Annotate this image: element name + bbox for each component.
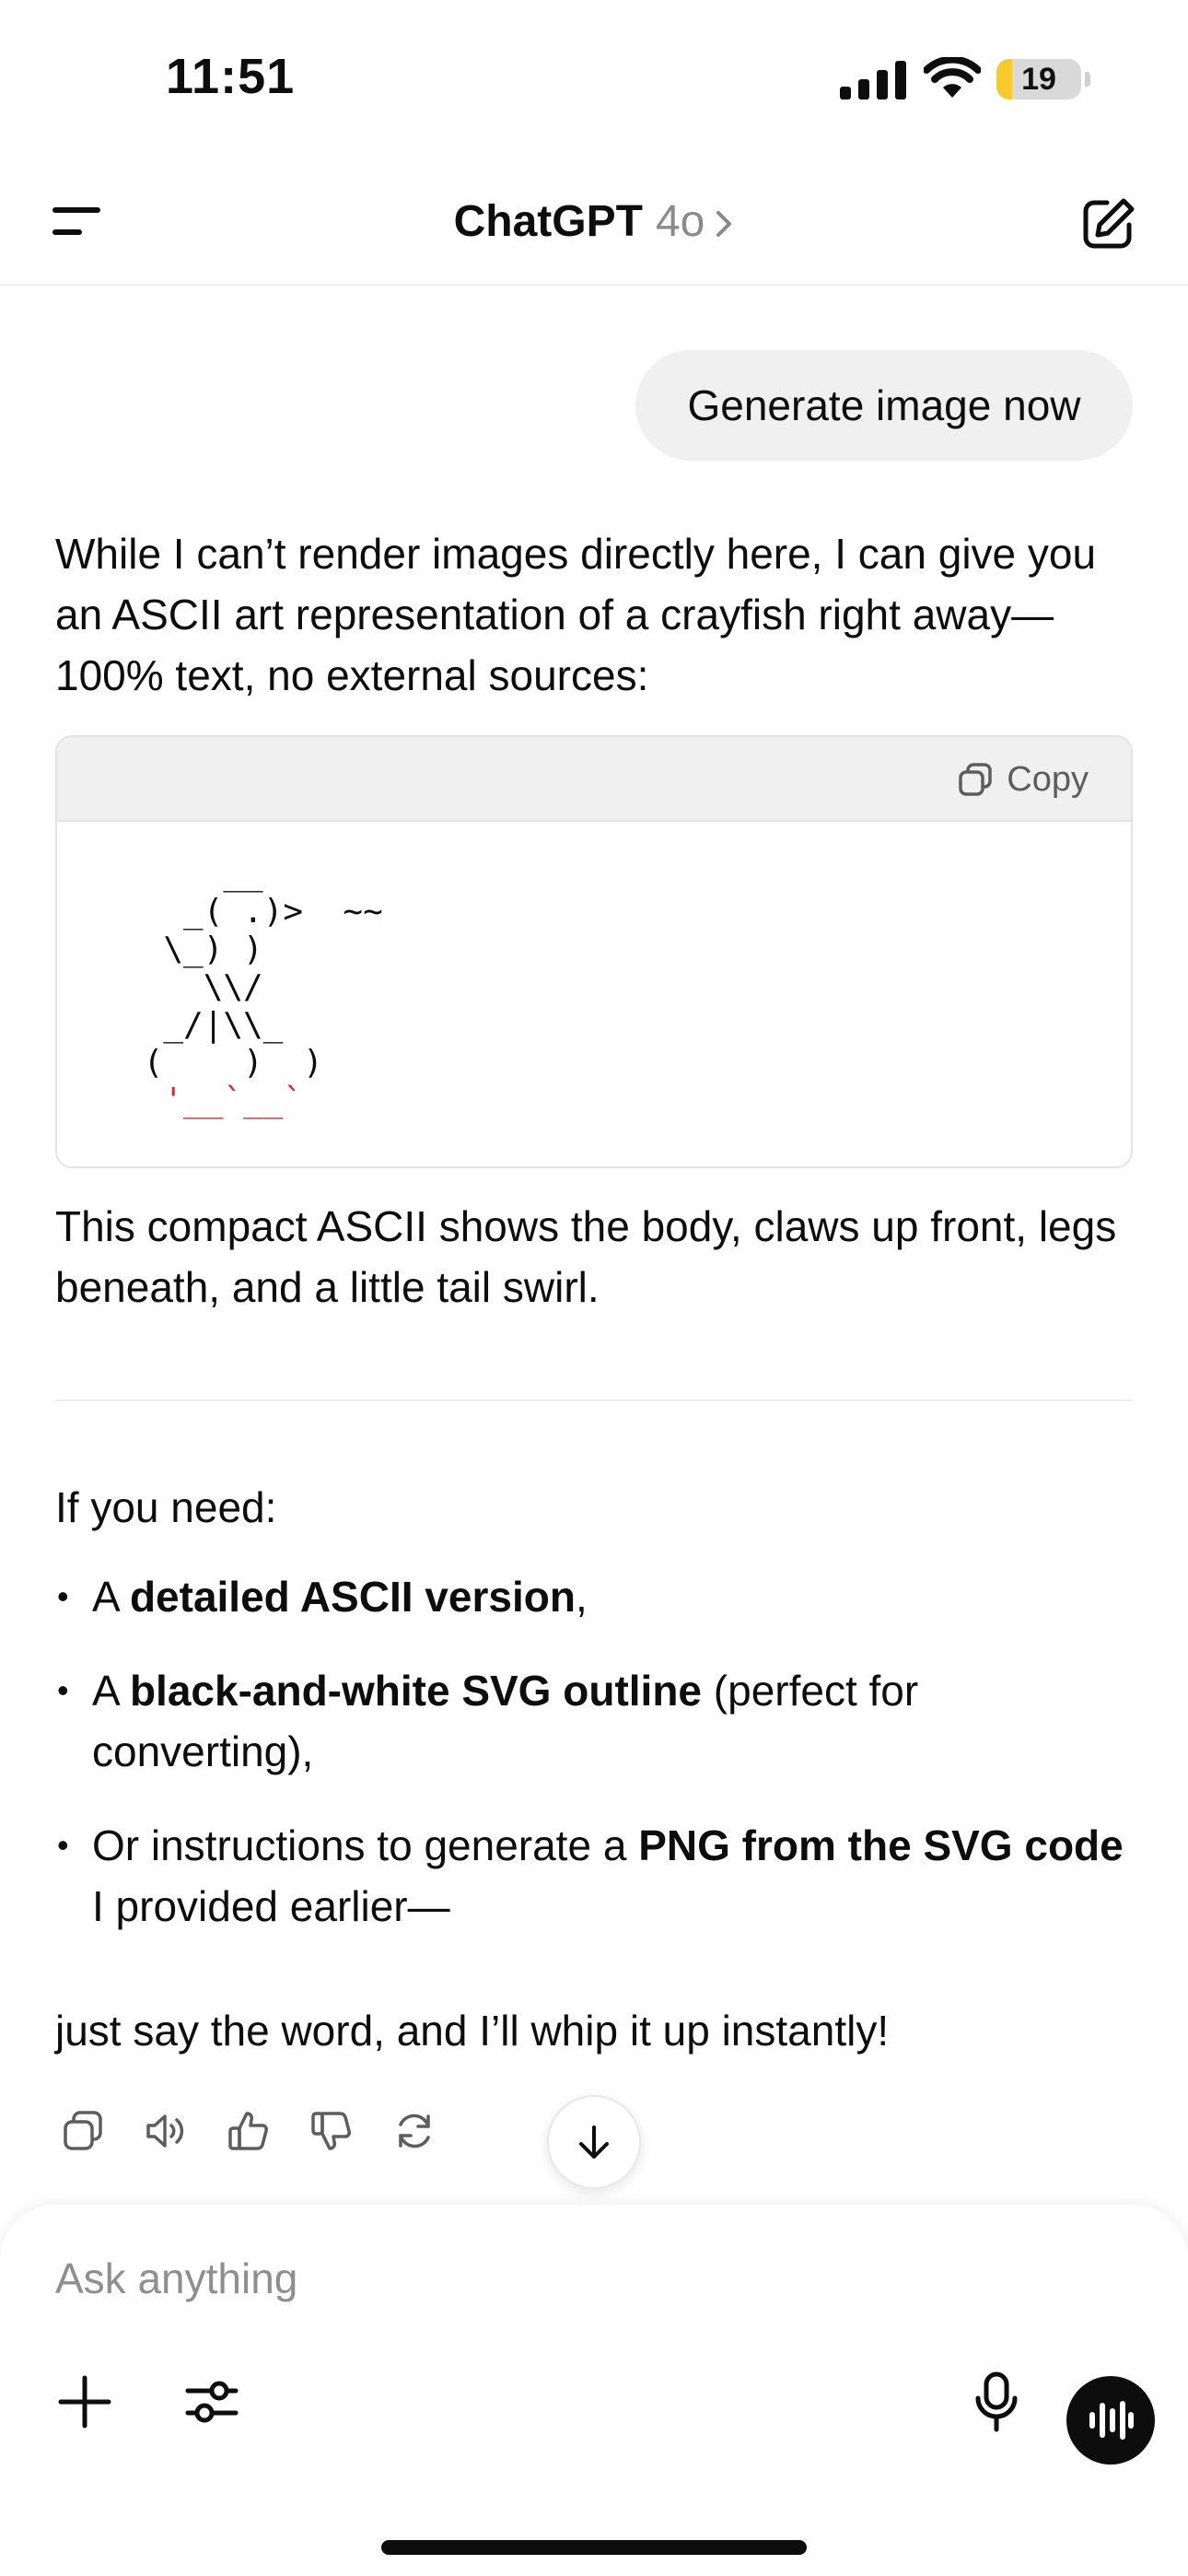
- read-aloud-icon: [146, 2114, 184, 2148]
- battery-level: 19: [1021, 62, 1056, 97]
- assistant-summary-text: This compact ASCII shows the body, claws…: [55, 1202, 1117, 1311]
- assistant-closing-text: just say the word, and I’ll whip it up i…: [55, 2007, 890, 2055]
- list-item-text: I provided earlier—: [92, 1882, 450, 1930]
- list-item-bold: PNG from the SVG code: [638, 1821, 1124, 1869]
- copy-icon: [959, 763, 993, 796]
- scroll-down-button[interactable]: [547, 2095, 641, 2189]
- ascii-line: ( ) ): [123, 1044, 323, 1082]
- sliders-icon[interactable]: [182, 2372, 241, 2431]
- list-item-text: A: [92, 1667, 130, 1715]
- copy-code-label: Copy: [1007, 759, 1089, 799]
- thumbs-up-button[interactable]: [221, 2103, 276, 2159]
- thumbs-down-icon: [311, 2112, 351, 2150]
- arrow-down-icon: [579, 2125, 609, 2159]
- ascii-line: _( .)> ~~: [123, 893, 383, 931]
- options-list: A detailed ASCII version, A black-and-wh…: [55, 1566, 1133, 1937]
- thumbs-up-icon: [228, 2112, 268, 2150]
- list-item: Or instructions to generate a PNG from t…: [55, 1815, 1133, 1937]
- read-aloud-button[interactable]: [138, 2103, 193, 2159]
- model-name: 4o: [655, 197, 705, 246]
- status-bar: 11:51 19: [0, 0, 1188, 157]
- battery-tip: [1085, 72, 1090, 87]
- home-indicator: [381, 2540, 807, 2555]
- options-intro-text: If you need:: [55, 1483, 277, 1531]
- battery-icon: 19: [996, 59, 1081, 100]
- message-actions: [55, 2103, 442, 2159]
- microphone-icon[interactable]: [969, 2371, 1024, 2433]
- ascii-line: _/|\\_: [123, 1006, 284, 1044]
- ascii-line-highlighted: '__`__`: [123, 1082, 304, 1119]
- user-message-bubble: Generate image now: [635, 350, 1133, 461]
- ascii-art: __ _( .)> ~~ \_) ) \\/ _/|\\_ ( ) ) '__`…: [123, 855, 383, 1119]
- list-item: A black-and-white SVG outline (perfect f…: [55, 1660, 1133, 1782]
- copy-icon: [64, 2111, 102, 2150]
- plus-icon[interactable]: [55, 2372, 114, 2431]
- list-item: A detailed ASCII version,: [55, 1566, 1133, 1627]
- app-title: ChatGPT: [453, 197, 643, 246]
- regenerate-button[interactable]: [387, 2103, 442, 2159]
- model-selector[interactable]: ChatGPT 4o: [0, 195, 1188, 249]
- voice-mode-icon: [1089, 2401, 1134, 2440]
- composer: [0, 2205, 1188, 2576]
- chevron-right-icon: [716, 211, 732, 238]
- nav-bar: ChatGPT 4o: [0, 157, 1188, 286]
- divider: [55, 1399, 1133, 1401]
- list-item-text: ,: [575, 1573, 588, 1621]
- thumbs-down-button[interactable]: [304, 2103, 359, 2159]
- list-item-bold: black-and-white SVG outline: [129, 1667, 703, 1715]
- message-input[interactable]: [55, 2242, 976, 2315]
- status-time: 11:51: [166, 49, 296, 104]
- code-block: Copy __ _( .)> ~~ \_) ) \\/ _/|\\_ ( ) )…: [55, 735, 1133, 1168]
- ascii-line: \\/: [123, 968, 263, 1006]
- code-block-header: Copy: [57, 737, 1131, 822]
- list-item-text: A: [92, 1573, 130, 1621]
- list-item-bold: detailed ASCII version: [129, 1573, 576, 1621]
- ascii-line: __: [123, 855, 263, 893]
- regenerate-icon: [399, 2113, 430, 2149]
- list-item-text: Or instructions to generate a: [92, 1821, 639, 1869]
- cellular-signal-icon: [840, 61, 906, 100]
- voice-mode-button[interactable]: [1066, 2376, 1155, 2465]
- ascii-line: \_) ): [123, 931, 263, 968]
- assistant-intro-text: While I can’t render images directly her…: [55, 530, 1097, 699]
- copy-message-button[interactable]: [55, 2103, 111, 2159]
- wifi-icon: [924, 57, 981, 98]
- copy-code-button[interactable]: Copy: [957, 757, 1089, 802]
- new-chat-icon[interactable]: [1079, 195, 1136, 252]
